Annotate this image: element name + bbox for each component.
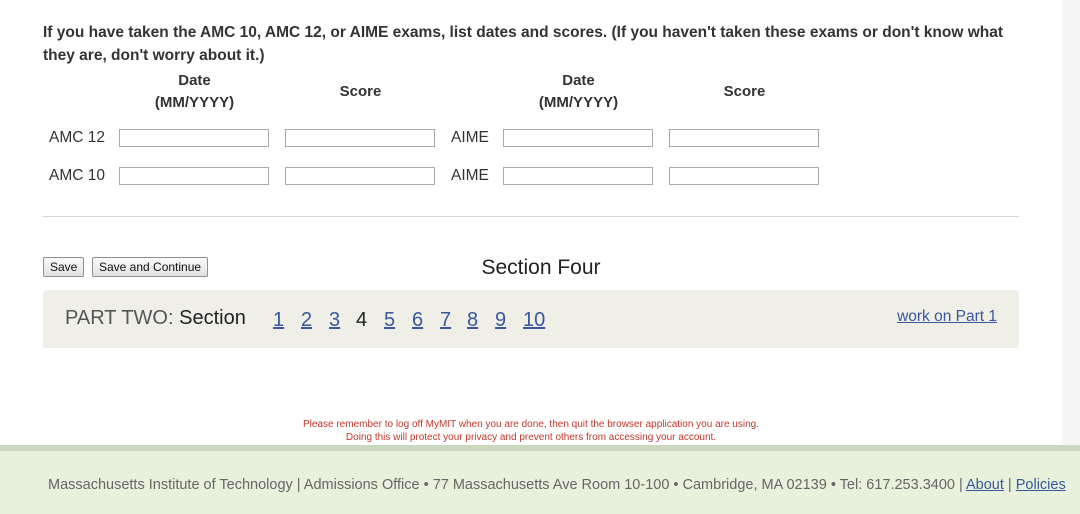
date-header-right: Date (MM/YYYY) bbox=[503, 70, 654, 114]
aime-label-1: AIME bbox=[451, 129, 489, 146]
aime-score-input-2[interactable] bbox=[669, 167, 819, 185]
section-link-3[interactable]: 3 bbox=[329, 308, 340, 332]
part-two-label: PART TWO: bbox=[65, 307, 174, 329]
exam-question: If you have taken the AMC 10, AMC 12, or… bbox=[43, 24, 1004, 64]
score-header-right: Score bbox=[723, 83, 766, 100]
footer-text: Massachusetts Institute of Technology | … bbox=[48, 476, 1066, 494]
amc10-label: AMC 10 bbox=[49, 167, 105, 184]
logoff-notice-line1: Please remember to log off MyMIT when yo… bbox=[303, 419, 759, 430]
amc12-label: AMC 12 bbox=[49, 129, 105, 146]
section-link-7[interactable]: 7 bbox=[440, 308, 451, 332]
aime-date-input-1[interactable] bbox=[503, 129, 653, 147]
footer: Massachusetts Institute of Technology | … bbox=[0, 451, 1080, 514]
aime-date-input-2[interactable] bbox=[503, 167, 653, 185]
amc12-date-input[interactable] bbox=[119, 129, 269, 147]
scrollbar-track[interactable] bbox=[1062, 0, 1080, 446]
section-link-8[interactable]: 8 bbox=[467, 308, 478, 332]
work-on-part1-link[interactable]: work on Part 1 bbox=[897, 307, 997, 327]
section-link-2[interactable]: 2 bbox=[301, 308, 312, 332]
section-current-4: 4 bbox=[356, 309, 368, 331]
amc10-score-input[interactable] bbox=[285, 167, 435, 185]
date-header-right-line1: Date bbox=[562, 72, 595, 89]
section-link-5[interactable]: 5 bbox=[384, 308, 395, 332]
date-header-left-line2: (MM/YYYY) bbox=[154, 94, 235, 111]
footer-separator: | bbox=[1003, 477, 1016, 493]
section-navigation: PART TWO: Section 1 2 3 4 5 6 7 8 9 10 w… bbox=[43, 290, 1019, 348]
section-title: Section Four bbox=[481, 256, 601, 279]
section-label: Section bbox=[179, 307, 246, 329]
logoff-notice-line2: Doing this will protect your privacy and… bbox=[345, 432, 717, 443]
section-link-6[interactable]: 6 bbox=[412, 308, 423, 332]
date-header-left: Date (MM/YYYY) bbox=[119, 70, 270, 114]
footer-address: Massachusetts Institute of Technology | … bbox=[48, 477, 966, 493]
aime-score-input-1[interactable] bbox=[669, 129, 819, 147]
about-link[interactable]: About bbox=[966, 477, 1004, 493]
section-link-9[interactable]: 9 bbox=[495, 308, 506, 332]
date-header-left-line1: Date bbox=[178, 72, 211, 89]
date-header-right-line2: (MM/YYYY) bbox=[538, 94, 619, 111]
part-label: PART TWO: Section bbox=[65, 306, 246, 330]
section-link-10[interactable]: 10 bbox=[523, 308, 545, 332]
section-link-1[interactable]: 1 bbox=[273, 308, 284, 332]
section-divider bbox=[43, 216, 1019, 217]
score-header-left: Score bbox=[339, 83, 382, 100]
policies-link[interactable]: Policies bbox=[1016, 477, 1066, 493]
amc10-date-input[interactable] bbox=[119, 167, 269, 185]
aime-label-2: AIME bbox=[451, 167, 489, 184]
amc12-score-input[interactable] bbox=[285, 129, 435, 147]
